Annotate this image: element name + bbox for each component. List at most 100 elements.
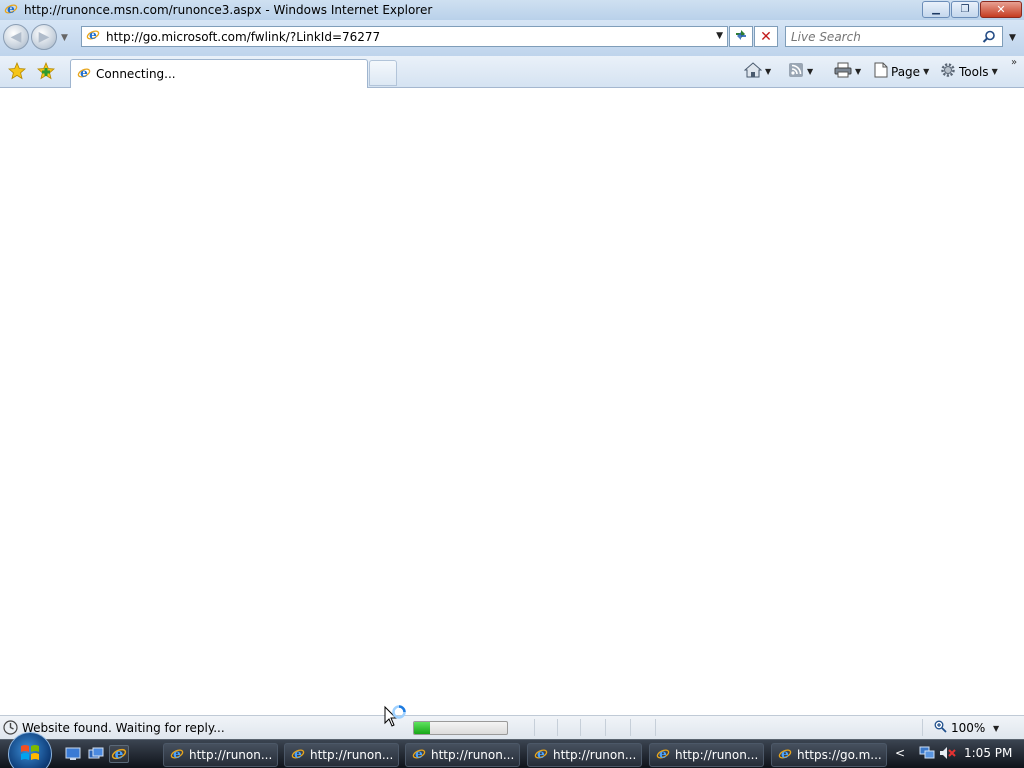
recent-pages-dropdown[interactable]: ▼ bbox=[61, 33, 68, 43]
refresh-icon bbox=[733, 28, 749, 45]
printer-icon bbox=[834, 62, 852, 81]
stop-button[interactable]: ✕ bbox=[754, 26, 778, 47]
clock[interactable]: 1:05 PM bbox=[964, 746, 1012, 760]
page-content[interactable] bbox=[0, 89, 1024, 715]
svg-text:e: e bbox=[80, 66, 88, 80]
busy-cursor-icon bbox=[383, 703, 411, 734]
home-dropdown-icon[interactable]: ▼ bbox=[765, 67, 771, 76]
ie-icon: e bbox=[4, 2, 18, 19]
restore-button[interactable]: ❐ bbox=[951, 1, 979, 18]
page-menu-button[interactable]: Page ▼ bbox=[874, 62, 929, 81]
switch-windows-icon[interactable] bbox=[86, 745, 106, 763]
tools-menu-label: Tools bbox=[959, 64, 989, 79]
status-text: Website found. Waiting for reply... bbox=[22, 721, 225, 735]
svg-text:e: e bbox=[659, 747, 667, 761]
more-commands-chevron-icon[interactable]: » bbox=[1011, 57, 1017, 68]
forward-button[interactable]: ▶ bbox=[31, 24, 57, 50]
new-tab-button[interactable] bbox=[369, 60, 397, 86]
favorites-center-icon[interactable] bbox=[8, 61, 26, 83]
svg-text:e: e bbox=[173, 747, 181, 761]
progress-bar bbox=[413, 721, 508, 735]
zoom-dropdown-icon[interactable]: ▼ bbox=[993, 724, 999, 733]
network-icon[interactable] bbox=[919, 745, 935, 764]
taskbar-window-label: http://runon... bbox=[675, 748, 759, 762]
close-button[interactable]: ✕ bbox=[980, 1, 1022, 18]
svg-text:e: e bbox=[537, 747, 545, 761]
taskbar-window-button[interactable]: e http://runon... bbox=[405, 743, 520, 767]
tab-current[interactable]: e Connecting... bbox=[70, 59, 368, 88]
status-bar: Website found. Waiting for reply... 100%… bbox=[0, 715, 1024, 739]
ie-task-icon: e bbox=[291, 747, 305, 764]
tools-menu-button[interactable]: Tools ▼ bbox=[940, 62, 998, 81]
progress-fill bbox=[414, 722, 430, 734]
page-dropdown-icon: ▼ bbox=[923, 67, 930, 76]
status-divider bbox=[630, 719, 631, 736]
ie-task-icon: e bbox=[534, 747, 548, 764]
add-to-favorites-icon[interactable] bbox=[37, 61, 55, 83]
back-arrow-icon: ◀ bbox=[10, 29, 22, 45]
status-divider bbox=[655, 719, 656, 736]
back-button[interactable]: ◀ bbox=[3, 24, 29, 50]
taskbar-window-label: http://runon... bbox=[553, 748, 637, 762]
svg-text:e: e bbox=[294, 747, 302, 761]
search-input[interactable] bbox=[791, 29, 971, 44]
svg-text:e: e bbox=[415, 747, 423, 761]
page-icon bbox=[874, 62, 888, 81]
stop-icon: ✕ bbox=[760, 28, 772, 45]
home-icon bbox=[743, 62, 763, 81]
forward-arrow-icon: ▶ bbox=[38, 29, 50, 45]
zoom-icon bbox=[934, 720, 947, 736]
restore-icon: ❐ bbox=[960, 3, 970, 15]
start-button[interactable] bbox=[8, 732, 52, 768]
feeds-dropdown-icon[interactable]: ▼ bbox=[807, 67, 813, 76]
ie-task-icon: e bbox=[412, 747, 426, 764]
svg-text:e: e bbox=[7, 2, 15, 16]
ie-task-icon: e bbox=[778, 747, 792, 764]
zoom-control[interactable]: 100% bbox=[934, 720, 985, 736]
taskbar-window-button[interactable]: e http://runon... bbox=[649, 743, 764, 767]
ie-task-icon: e bbox=[170, 747, 184, 764]
address-dropdown-icon[interactable]: ▼ bbox=[716, 31, 723, 41]
taskbar-window-label: http://runon... bbox=[189, 748, 273, 762]
ie-task-icon: e bbox=[656, 747, 670, 764]
search-icon[interactable] bbox=[982, 30, 996, 47]
taskbar-window-button[interactable]: e http://runon... bbox=[163, 743, 278, 767]
search-box[interactable] bbox=[785, 26, 1003, 47]
navigation-bar: ◀ ▶ ▼ e ▼ ✕ ▼ bbox=[0, 20, 1024, 56]
close-icon: ✕ bbox=[996, 3, 1006, 16]
taskbar-window-label: https://go.m... bbox=[797, 748, 882, 762]
status-divider bbox=[534, 719, 535, 736]
show-hidden-icons-button[interactable]: < bbox=[895, 746, 905, 760]
address-bar[interactable]: e ▼ bbox=[81, 26, 728, 47]
taskbar-window-label: http://runon... bbox=[310, 748, 394, 762]
search-options-dropdown[interactable]: ▼ bbox=[1009, 33, 1016, 43]
loading-status-icon bbox=[3, 720, 18, 738]
show-desktop-icon[interactable] bbox=[63, 745, 83, 763]
tools-dropdown-icon: ▼ bbox=[991, 67, 998, 76]
taskbar-window-button[interactable]: e https://go.m... bbox=[771, 743, 887, 767]
taskbar-window-button[interactable]: e http://runon... bbox=[284, 743, 399, 767]
home-button[interactable]: ▼ bbox=[743, 62, 771, 81]
ie-tab-icon: e bbox=[77, 66, 91, 83]
minimize-icon: ▁ bbox=[932, 3, 940, 15]
ie-page-icon: e bbox=[86, 28, 100, 45]
address-input[interactable] bbox=[106, 29, 696, 44]
print-dropdown-icon[interactable]: ▼ bbox=[855, 67, 861, 76]
feeds-icon bbox=[788, 62, 804, 81]
taskbar-window-button[interactable]: e http://runon... bbox=[527, 743, 642, 767]
zoom-level: 100% bbox=[951, 721, 986, 735]
status-divider bbox=[557, 719, 558, 736]
minimize-button[interactable]: ▁ bbox=[922, 1, 950, 18]
volume-muted-icon[interactable] bbox=[939, 745, 957, 764]
taskbar-window-label: http://runon... bbox=[431, 748, 515, 762]
svg-text:e: e bbox=[89, 28, 97, 42]
tab-bar: e Connecting... ▼ ▼ ▼ Page ▼ Tools ▼ » bbox=[0, 56, 1024, 88]
gear-icon bbox=[940, 62, 956, 81]
tab-label: Connecting... bbox=[96, 67, 176, 81]
window-title: http://runonce.msn.com/runonce3.aspx - W… bbox=[24, 3, 433, 17]
feeds-button[interactable]: ▼ bbox=[788, 62, 813, 81]
status-divider bbox=[605, 719, 606, 736]
print-button[interactable]: ▼ bbox=[834, 62, 861, 81]
ie-quicklaunch-icon[interactable]: e bbox=[109, 745, 129, 763]
refresh-button[interactable] bbox=[729, 26, 753, 47]
